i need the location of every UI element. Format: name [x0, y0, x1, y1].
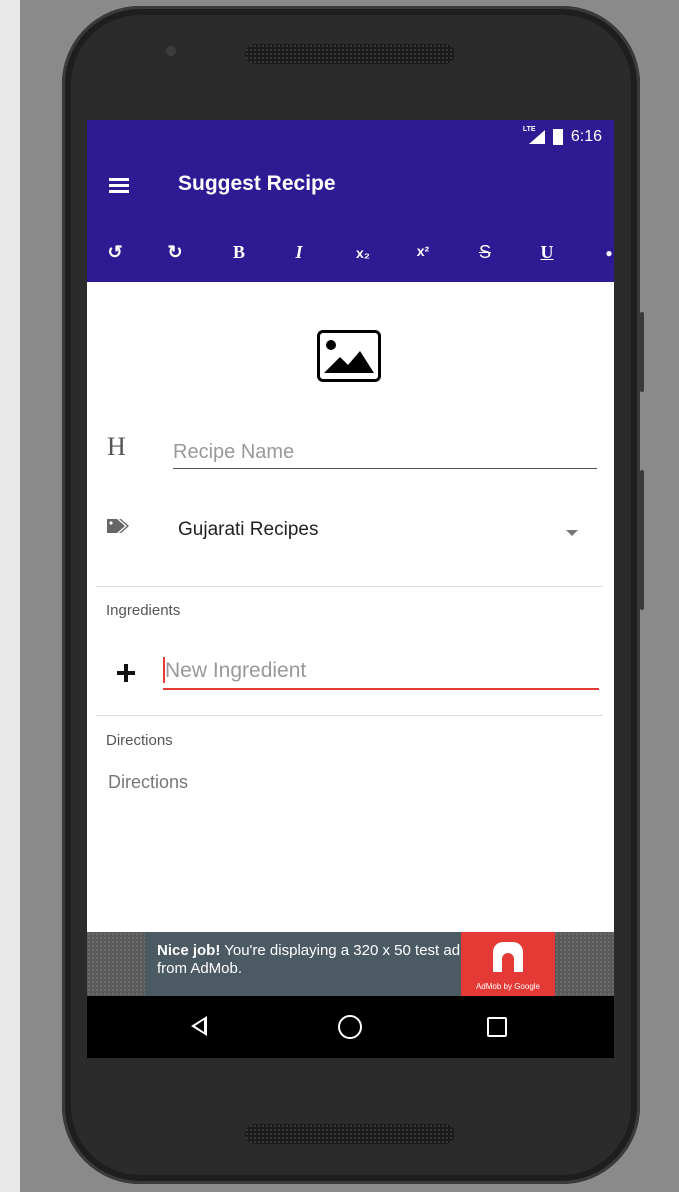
- admob-brand: AdMob by Google: [475, 982, 541, 991]
- redo-icon[interactable]: ↻: [161, 242, 189, 263]
- screen: LTE 6:16 Suggest Recipe ↺ ↻ B I x₂ x² S …: [87, 120, 614, 1058]
- directions-label: Directions: [106, 732, 173, 749]
- page-title: Suggest Recipe: [178, 172, 336, 195]
- subscript-icon[interactable]: x₂: [349, 245, 377, 261]
- ad-text: Nice job! You're displaying a 320 x 50 t…: [157, 942, 467, 978]
- image-icon[interactable]: [317, 330, 381, 382]
- divider: [96, 586, 603, 587]
- back-icon-inner: [195, 1020, 204, 1032]
- home-icon[interactable]: [338, 1015, 362, 1039]
- menu-icon[interactable]: [109, 178, 129, 193]
- tag-icon: [107, 519, 129, 533]
- power-button: [640, 470, 644, 610]
- undo-icon[interactable]: ↺: [101, 242, 129, 263]
- clock: 6:16: [570, 128, 602, 145]
- ad-banner-area: Nice job! You're displaying a 320 x 50 t…: [87, 932, 614, 996]
- status-icons: LTE 6:16: [523, 126, 602, 146]
- navigation-bar: [87, 996, 614, 1058]
- bold-icon[interactable]: B: [225, 242, 253, 263]
- battery-icon: [552, 129, 563, 145]
- signal-icon: LTE: [523, 126, 545, 144]
- admob-logo: AdMob by Google: [461, 932, 555, 996]
- category-select[interactable]: Gujarati Recipes: [178, 519, 318, 541]
- dropdown-arrow-icon[interactable]: [566, 530, 578, 536]
- formatting-toolbar: ↺ ↻ B I x₂ x² S U ●: [87, 218, 614, 282]
- ingredients-label: Ingredients: [106, 602, 181, 619]
- heading-icon: H: [107, 432, 126, 461]
- network-type: LTE: [522, 126, 536, 133]
- volume-button: [640, 312, 644, 392]
- recipe-name-input[interactable]: [173, 436, 597, 469]
- bottom-speaker: [245, 1124, 455, 1144]
- divider: [96, 715, 603, 716]
- recipe-form: H Gujarati Recipes Ingredients Direction…: [87, 282, 614, 932]
- background-strip: [0, 0, 20, 1192]
- directions-input[interactable]: [108, 772, 588, 852]
- front-camera: [166, 46, 176, 56]
- status-bar: LTE 6:16: [87, 120, 614, 152]
- app-bar: Suggest Recipe: [87, 152, 614, 218]
- text-color-icon[interactable]: ●: [595, 246, 614, 260]
- italic-icon[interactable]: I: [285, 242, 313, 263]
- superscript-icon[interactable]: x²: [409, 243, 437, 259]
- ad-banner[interactable]: Nice job! You're displaying a 320 x 50 t…: [145, 932, 555, 996]
- add-ingredient-icon[interactable]: [117, 664, 135, 682]
- admob-icon: [493, 942, 523, 972]
- ad-headline: Nice job!: [157, 942, 221, 959]
- strikethrough-icon[interactable]: S: [471, 242, 499, 263]
- recents-icon[interactable]: [487, 1017, 507, 1037]
- underline-icon[interactable]: U: [533, 242, 561, 263]
- new-ingredient-input[interactable]: [163, 654, 599, 690]
- text-cursor: [163, 657, 165, 683]
- top-speaker: [245, 44, 455, 64]
